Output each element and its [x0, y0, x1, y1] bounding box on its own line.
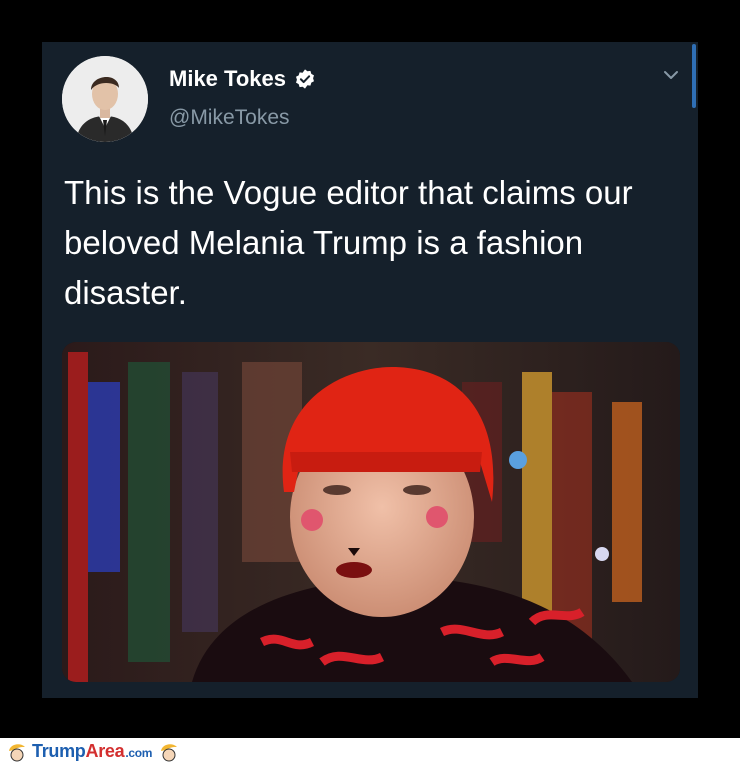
- logo-text-trump: Trump: [32, 741, 86, 761]
- logo-text-area: Area: [85, 741, 125, 761]
- tweet-card[interactable]: Mike Tokes @MikeTokes This is the Vogue …: [42, 42, 698, 698]
- user-handle[interactable]: @MikeTokes: [169, 106, 290, 130]
- trump-caricature-icon-right: [161, 743, 178, 761]
- screenshot-frame: Mike Tokes @MikeTokes This is the Vogue …: [0, 0, 740, 738]
- logo-text-domain: .com: [125, 746, 153, 760]
- photo-of-woman: [62, 342, 680, 682]
- site-footer: TrumpArea.com: [0, 738, 740, 765]
- tweet-text: This is the Vogue editor that claims our…: [64, 174, 633, 311]
- site-logo[interactable]: TrumpArea.com: [32, 741, 152, 762]
- scrollbar[interactable]: [692, 44, 696, 108]
- avatar-image: [62, 56, 148, 142]
- trump-caricature-icon: [9, 743, 25, 761]
- name-row: Mike Tokes: [169, 66, 316, 92]
- tweet-media-image[interactable]: [62, 342, 680, 682]
- verified-badge-icon: [296, 69, 314, 89]
- chevron-down-icon[interactable]: [662, 66, 680, 84]
- display-name[interactable]: Mike Tokes: [169, 66, 286, 92]
- avatar[interactable]: [62, 56, 148, 142]
